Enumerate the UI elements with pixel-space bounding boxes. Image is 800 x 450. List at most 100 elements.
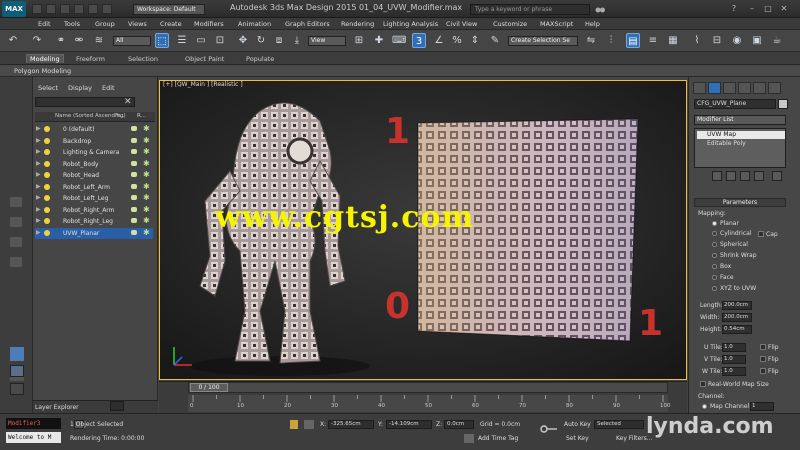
- curve-editor-icon[interactable]: ⌇: [690, 33, 704, 48]
- render-toggle-icon[interactable]: ✱: [143, 159, 150, 168]
- menu-group[interactable]: Group: [95, 20, 115, 28]
- freeze-toggle-icon[interactable]: [131, 183, 137, 189]
- save-file-icon[interactable]: [60, 4, 70, 14]
- selection-filter-dropdown[interactable]: All: [113, 36, 151, 46]
- key-selection-dropdown[interactable]: Selected: [594, 420, 644, 429]
- auto-key-button[interactable]: Auto Key: [564, 421, 591, 428]
- reference-coordinate-dropdown[interactable]: View: [308, 36, 346, 46]
- window-crossing-icon[interactable]: ⊡: [213, 33, 227, 48]
- height-spinner[interactable]: 0.54cm: [722, 325, 752, 334]
- expand-arrow-icon[interactable]: ▶: [36, 183, 41, 190]
- select-by-name-icon[interactable]: ☰: [175, 33, 189, 48]
- v-flip-checkbox[interactable]: [760, 356, 766, 362]
- render-toggle-icon[interactable]: ✱: [143, 136, 150, 145]
- workspace-dropdown[interactable]: Workspace: Default: [133, 4, 205, 15]
- column-freeze[interactable]: Fr...: [115, 113, 125, 119]
- stack-item-editable-poly[interactable]: Editable Poly: [697, 140, 785, 148]
- display-none-icon[interactable]: [10, 197, 22, 207]
- display-geometry-icon[interactable]: [10, 217, 22, 227]
- redo-icon[interactable]: [88, 4, 98, 14]
- edit-named-selection-icon[interactable]: ✎: [488, 33, 502, 48]
- create-tab-icon[interactable]: [693, 82, 706, 94]
- snaps-toggle-icon[interactable]: 3: [412, 33, 426, 48]
- u-tile-spinner[interactable]: 1.0: [722, 343, 746, 352]
- layer-row[interactable]: ▶ Robot_Left_Leg ✱: [35, 193, 153, 204]
- mirror-icon[interactable]: ⇋: [584, 33, 598, 48]
- time-slider-track[interactable]: [188, 382, 668, 393]
- clear-search-icon[interactable]: ✕: [124, 97, 132, 107]
- new-scene-icon[interactable]: [32, 4, 42, 14]
- freeze-toggle-icon[interactable]: [131, 149, 137, 154]
- viewport-label-menu[interactable]: [+] [QW_Main ] [Realistic ]: [163, 81, 243, 88]
- remove-modifier-icon[interactable]: [754, 171, 764, 181]
- time-tag-icon[interactable]: [464, 434, 474, 443]
- layer-row[interactable]: ▶ Robot_Right_Leg ✱: [35, 216, 153, 227]
- expand-arrow-icon[interactable]: ▶: [36, 171, 41, 178]
- transform-mode-icon[interactable]: [304, 420, 314, 429]
- minimize-icon[interactable]: –: [746, 3, 758, 14]
- tab-selection[interactable]: Selection: [128, 55, 158, 63]
- explorer-search-input[interactable]: [35, 97, 135, 107]
- layer-row[interactable]: ▶ Backdrop ✱: [35, 136, 153, 147]
- render-toggle-icon[interactable]: ✱: [143, 216, 150, 225]
- column-render[interactable]: R...: [137, 113, 146, 119]
- length-spinner[interactable]: 200.0cm: [722, 301, 752, 310]
- menu-modifiers[interactable]: Modifiers: [194, 20, 224, 28]
- radio-planar[interactable]: [712, 221, 717, 226]
- radio-cylindrical[interactable]: [712, 231, 717, 236]
- freeze-toggle-icon[interactable]: [131, 195, 137, 200]
- display-tab-icon[interactable]: [753, 82, 766, 94]
- menu-animation[interactable]: Animation: [238, 20, 271, 28]
- expand-arrow-icon[interactable]: ▶: [36, 217, 41, 224]
- pivot-center-icon[interactable]: ⊞: [352, 33, 366, 48]
- rectangular-selection-icon[interactable]: ▭: [194, 33, 208, 48]
- layout-tab-icon[interactable]: [10, 383, 24, 395]
- viewport-layout-icon[interactable]: [10, 365, 24, 377]
- layer-row[interactable]: ▶ Lighting & Camera ✱: [35, 147, 153, 158]
- display-shapes-icon[interactable]: [10, 237, 22, 247]
- key-icon[interactable]: [540, 424, 558, 434]
- layer-row[interactable]: ▶ 0 (default) ✱: [35, 124, 153, 135]
- layer-row[interactable]: ▶ UVW_Planar ✱: [35, 227, 153, 239]
- motion-tab-icon[interactable]: [738, 82, 751, 94]
- align-icon[interactable]: ⫶: [604, 33, 618, 48]
- y-coordinate-field[interactable]: -14.109cm: [386, 420, 432, 429]
- scene-explorer-icon[interactable]: ▤: [626, 33, 640, 48]
- freeze-toggle-icon[interactable]: [131, 218, 137, 223]
- redo-arrow-icon[interactable]: ↷: [30, 33, 44, 48]
- layer-row[interactable]: ▶ Robot_Body ✱: [35, 159, 153, 170]
- u-flip-checkbox[interactable]: [760, 344, 766, 350]
- explorer-tab-display[interactable]: Display: [68, 84, 92, 92]
- binoculars-icon[interactable]: [595, 4, 605, 14]
- expand-arrow-icon[interactable]: ▶: [36, 194, 41, 201]
- menu-lighting-analysis[interactable]: Lighting Analysis: [383, 20, 438, 28]
- utilities-tab-icon[interactable]: [768, 82, 781, 94]
- map-channel-spinner[interactable]: 1: [750, 402, 774, 411]
- expand-arrow-icon[interactable]: ▶: [36, 206, 41, 213]
- make-unique-icon[interactable]: [740, 171, 750, 181]
- menu-rendering[interactable]: Rendering: [341, 20, 374, 28]
- object-name-field[interactable]: CFG_UVW_Plane: [694, 99, 776, 109]
- schematic-view-icon[interactable]: ⊟: [710, 33, 724, 48]
- layer-row[interactable]: ▶ Robot_Right_Arm ✱: [35, 205, 153, 216]
- help-icon[interactable]: ?: [728, 3, 740, 14]
- radio-map-channel[interactable]: [702, 404, 707, 409]
- expand-arrow-icon[interactable]: ▶: [36, 229, 41, 236]
- render-toggle-icon[interactable]: ✱: [143, 182, 150, 191]
- menu-views[interactable]: Views: [128, 20, 147, 28]
- render-toggle-icon[interactable]: ✱: [143, 193, 150, 202]
- render-toggle-icon[interactable]: ✱: [143, 124, 150, 133]
- parameters-rollout[interactable]: Parameters: [694, 198, 786, 207]
- modify-tab-icon[interactable]: [708, 82, 721, 94]
- show-end-result-icon[interactable]: [726, 171, 736, 181]
- render-icon[interactable]: ☕: [770, 33, 784, 48]
- maxscript-mini-listener[interactable]: Welcome to M: [6, 432, 61, 443]
- freeze-toggle-icon[interactable]: [131, 160, 137, 166]
- place-icon[interactable]: ⤓: [290, 33, 304, 48]
- material-editor-icon[interactable]: ◉: [730, 33, 744, 48]
- close-icon[interactable]: ✕: [778, 3, 790, 14]
- v-tile-spinner[interactable]: 1.0: [722, 355, 746, 364]
- render-toggle-icon[interactable]: ✱: [143, 170, 150, 179]
- layer-manager-icon[interactable]: ≡: [646, 33, 660, 48]
- application-button[interactable]: MAX: [2, 1, 26, 17]
